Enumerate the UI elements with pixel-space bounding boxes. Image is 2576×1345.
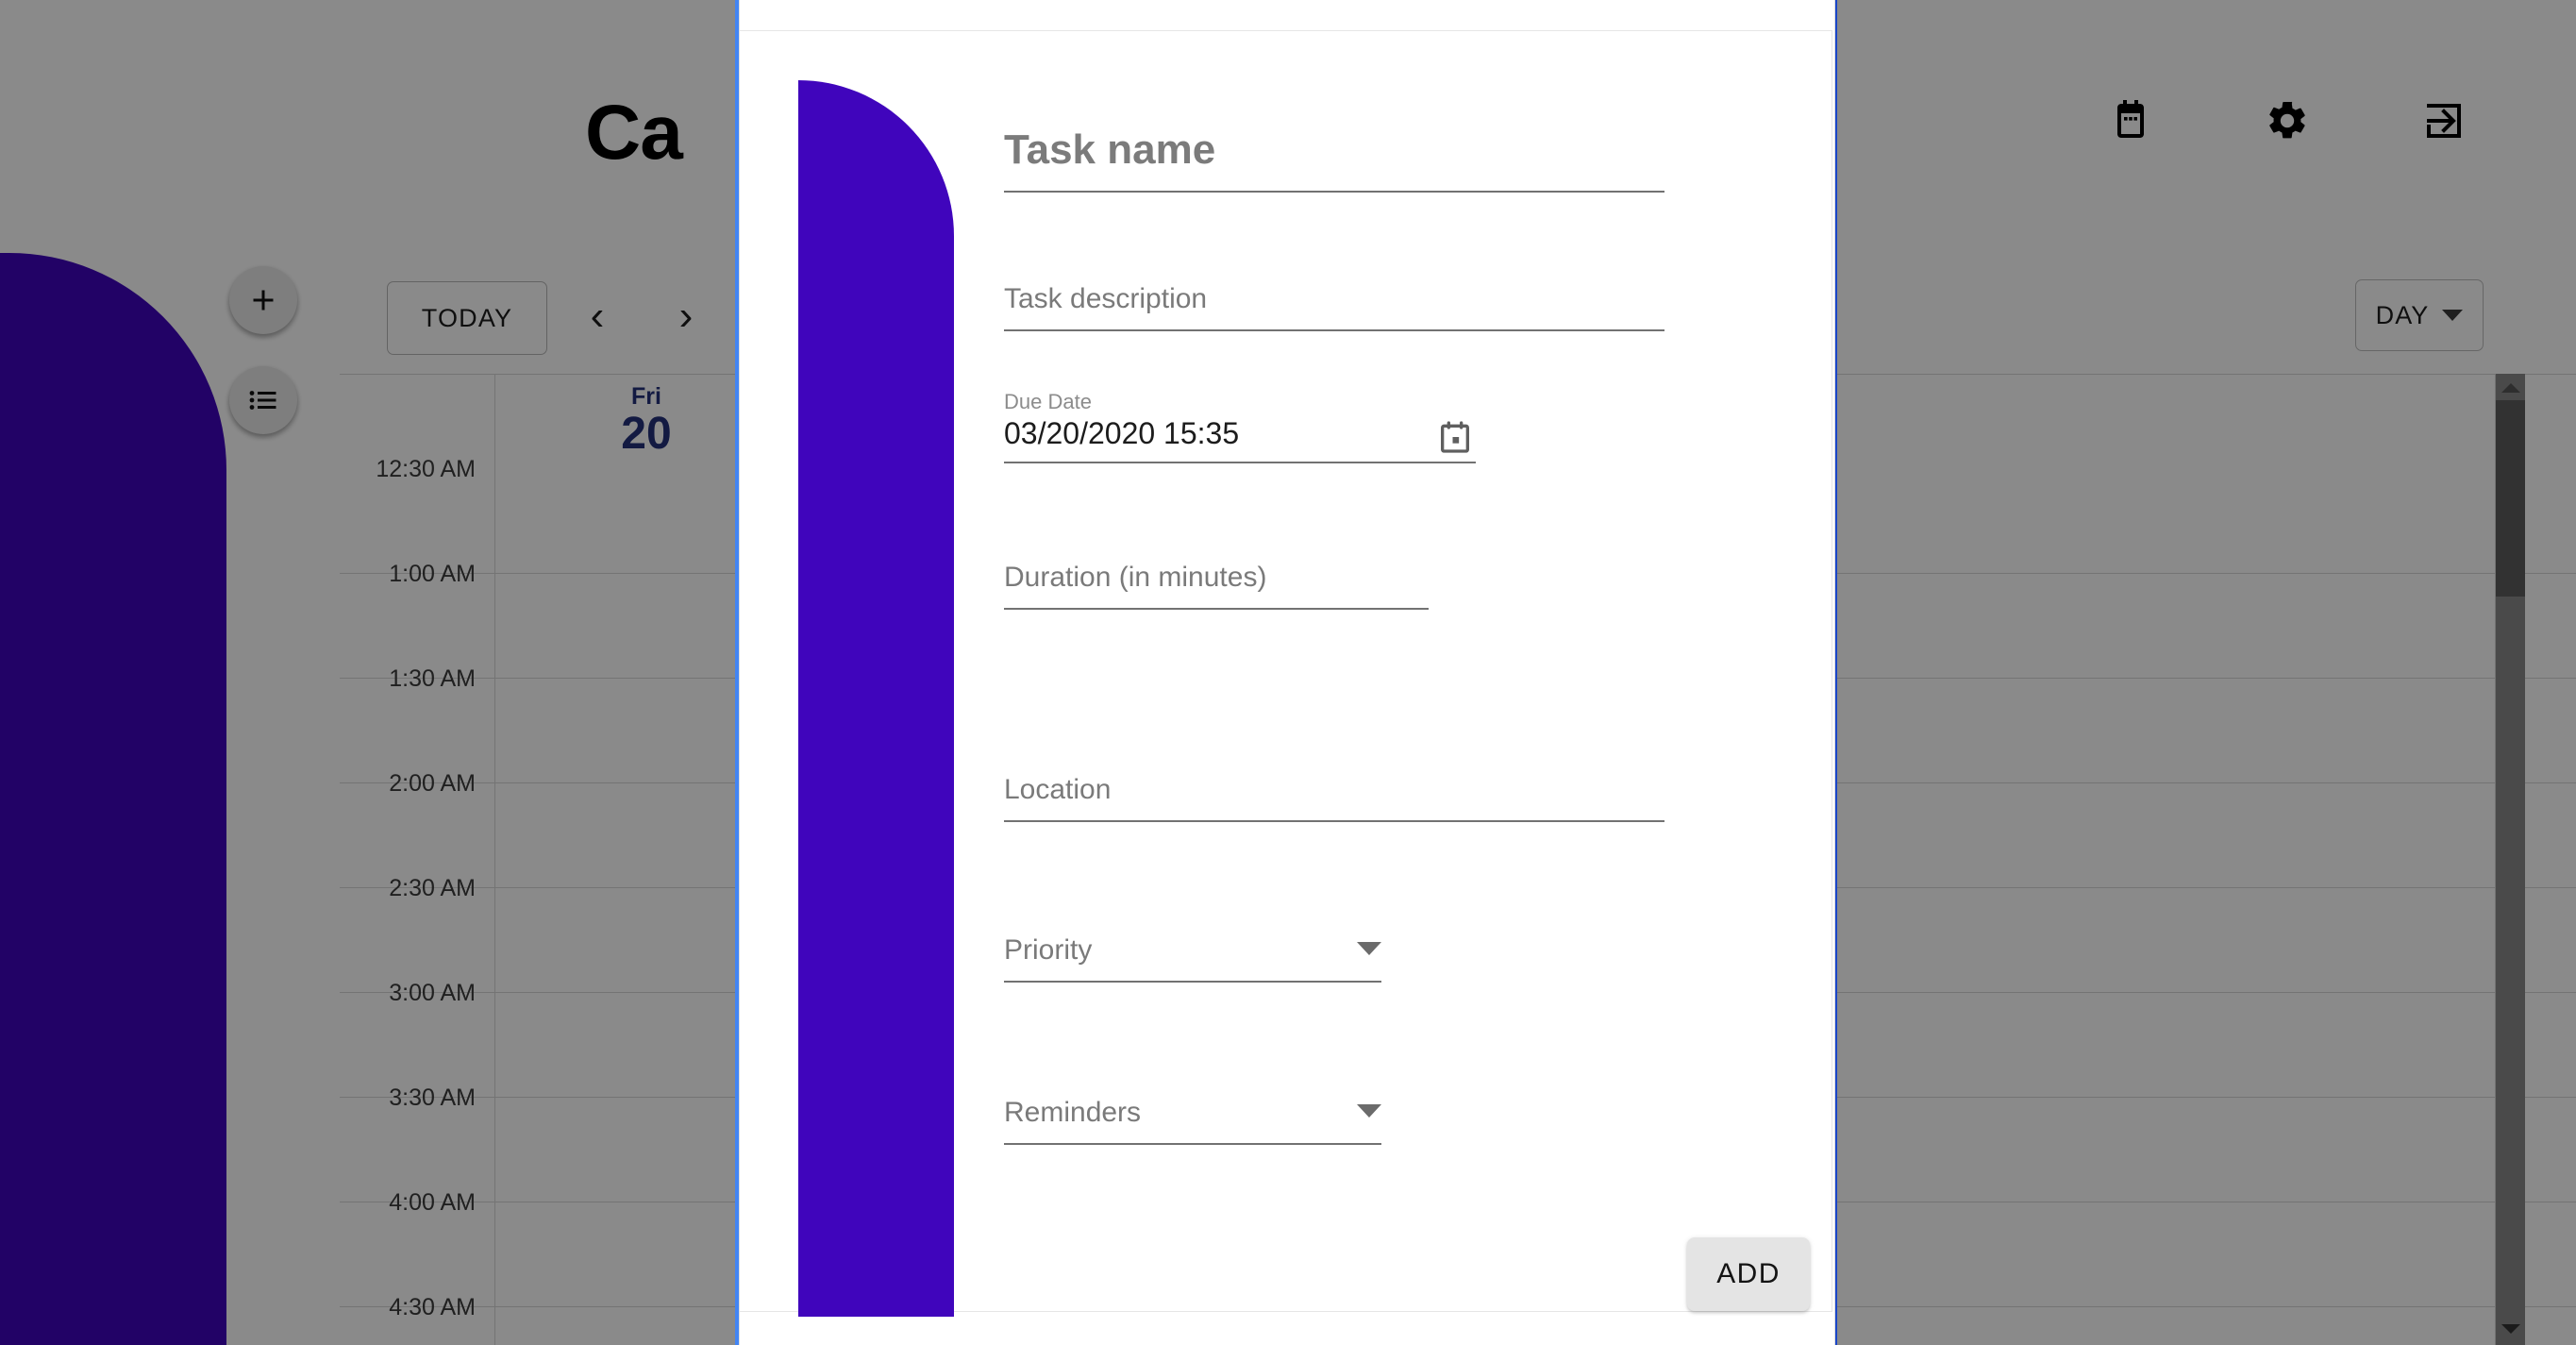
task-name-underline: [1004, 191, 1664, 193]
location-field[interactable]: Location: [1004, 772, 1664, 822]
task-description-field[interactable]: Task description: [1004, 281, 1664, 331]
location-underline: [1004, 819, 1664, 822]
chevron-down-icon: [1357, 1104, 1381, 1118]
duration-underline: [1004, 607, 1429, 610]
task-form: Task name Task description Due Date 03/2…: [1004, 31, 1721, 1311]
add-task-button[interactable]: ADD: [1687, 1237, 1810, 1311]
priority-underline: [1004, 980, 1381, 983]
reminders-placeholder: Reminders: [1004, 1097, 1142, 1128]
reminders-select[interactable]: Reminders: [1004, 1095, 1381, 1145]
add-task-dialog: Task name Task description Due Date 03/2…: [739, 0, 1835, 1345]
dialog-card: Task name Task description Due Date 03/2…: [740, 30, 1832, 1317]
priority-placeholder: Priority: [1004, 934, 1093, 966]
location-placeholder: Location: [1004, 774, 1112, 805]
task-name-field[interactable]: Task name: [1004, 124, 1664, 193]
due-date-field[interactable]: Due Date 03/20/2020 15:35: [1004, 390, 1476, 464]
due-date-value: 03/20/2020 15:35: [1004, 416, 1240, 451]
screen-root: Ca TODAY ‹ › DAY Fri 20 12:30 AM 1:00 AM…: [0, 0, 2576, 1345]
duration-field[interactable]: Duration (in minutes): [1004, 560, 1429, 610]
chevron-down-icon: [1357, 942, 1381, 956]
task-description-placeholder: Task description: [1004, 283, 1208, 314]
reminders-underline: [1004, 1142, 1381, 1145]
priority-select[interactable]: Priority: [1004, 933, 1381, 983]
duration-placeholder: Duration (in minutes): [1004, 562, 1267, 593]
calendar-picker-icon[interactable]: [1434, 416, 1476, 458]
due-date-underline: [1004, 462, 1476, 464]
dialog-accent-sidebar: [798, 80, 954, 1317]
task-name-placeholder: Task name: [1004, 126, 1216, 173]
due-date-label: Due Date: [1004, 390, 1092, 413]
task-description-underline: [1004, 328, 1664, 331]
